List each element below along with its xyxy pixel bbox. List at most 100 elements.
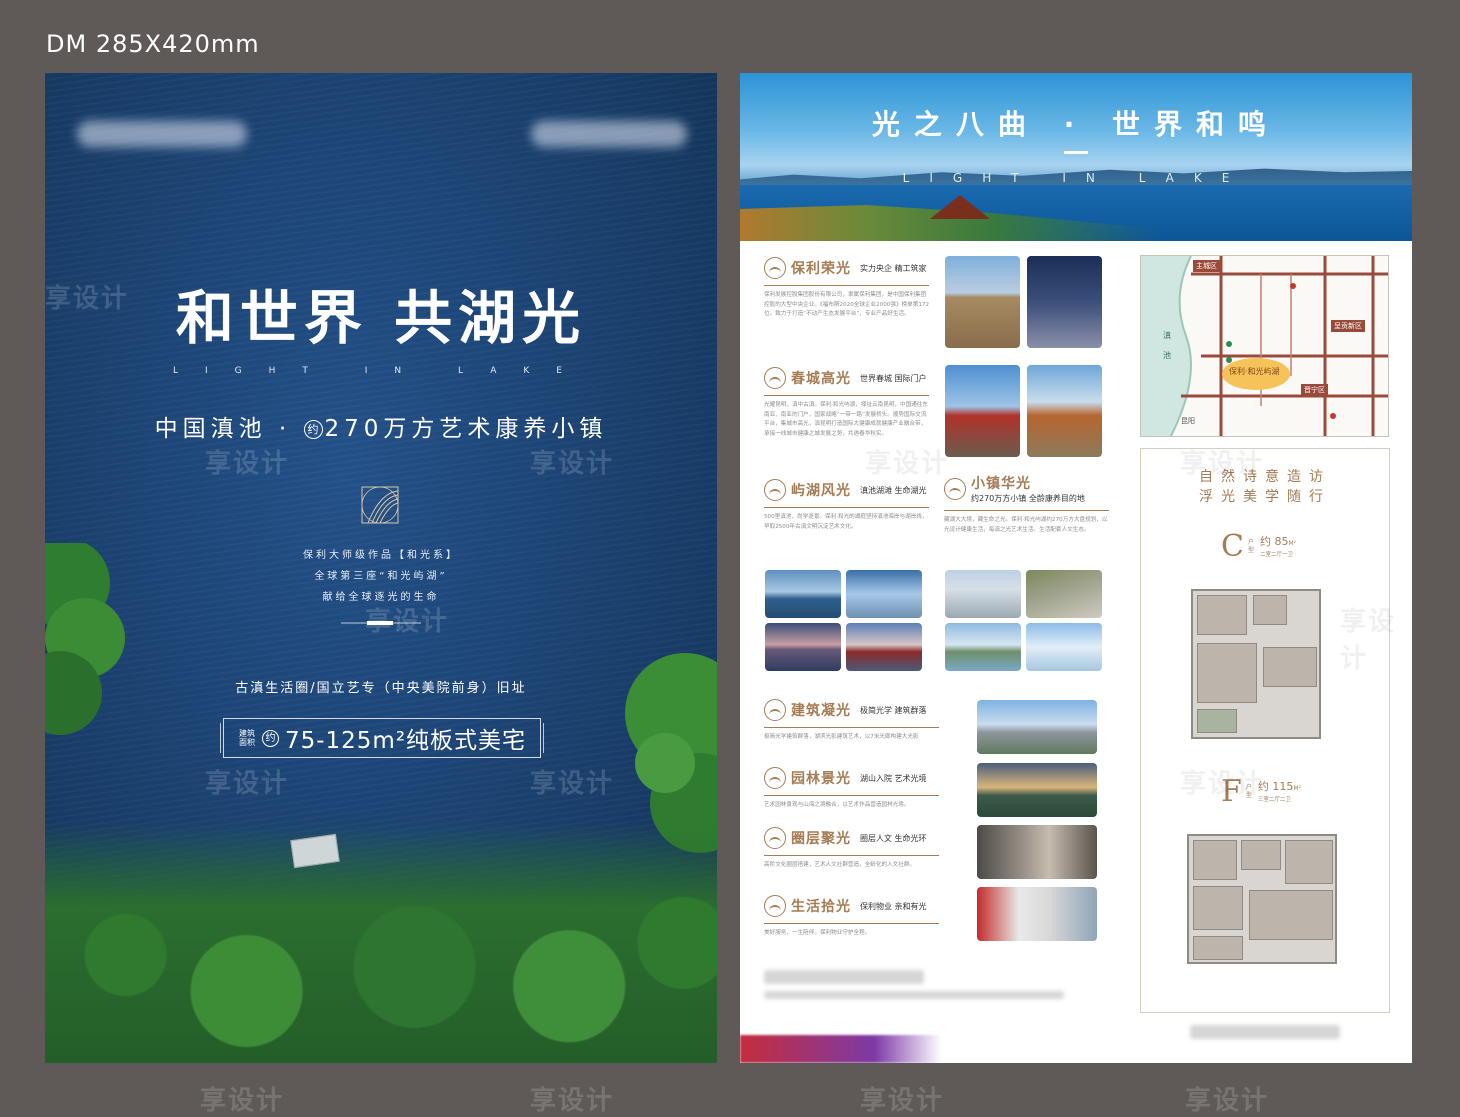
photo-gallery — [977, 825, 1097, 879]
map-label: 滇池 — [1163, 331, 1171, 360]
section-tag: 约270万方小镇 全龄康养目的地 — [971, 493, 1085, 504]
poster-headline: 和世界 共湖光 — [175, 284, 587, 352]
watermark: 享设计 — [365, 607, 450, 637]
section-rule — [764, 285, 929, 286]
watermark: 享设计 — [205, 449, 290, 479]
room — [1263, 647, 1317, 687]
section-title: 生活拾光 — [791, 899, 851, 915]
section-community: 圈层聚光 圈层人文 生命光环 高阶文化圈层搭建，艺术人文社群营造，全龄化的人文社… — [764, 827, 939, 871]
map-graphic — [1141, 256, 1388, 436]
banner-title: 光之八曲 · 世界和鸣 — [871, 108, 1281, 141]
photo-town-1 — [945, 570, 1021, 618]
lake-banner: 光之八曲 · 世界和鸣 LIGHT IN LAKE — [740, 73, 1412, 241]
watermark: 享设计 — [1340, 607, 1397, 674]
sun-icon — [764, 895, 786, 917]
sun-icon — [764, 367, 786, 389]
section-rule — [944, 510, 1109, 511]
section-landscape: 园林景光 湖山入院 艺术光境 艺术园林景观与山海之境融合，以艺术作品营造园林光境… — [764, 767, 939, 811]
map-label: 昆阳 — [1181, 417, 1195, 425]
section-text: 藏湖大大境，藏生命之光。保利·和光屿湖约270万方大盘规划，以光设计健康生活，每… — [944, 517, 1108, 533]
section-life-service: 生活拾光 保利物业 亲和有光 美好服务，一生陪伴。保利物业守护全程。 — [764, 895, 939, 939]
photo-garden — [977, 763, 1097, 817]
section-tag: 滇池湖滩 生命湖光 — [860, 485, 927, 495]
section-architecture: 建筑凝光 极简光学 建筑群落 极简光学建筑群落，湖滨光影建筑艺术，以7米光廊构建… — [764, 699, 939, 743]
photo-lake-3 — [765, 623, 841, 671]
section-text: 保利发展控股集团股份有限公司，隶属保利集团，是中国保利集团控股的大型中央企业。《… — [764, 292, 930, 317]
section-lake-scenery: 屿湖风光 滇池湖滩 生命湖光 500里滇池，尚学逐景。保利·和光的湖庭坚持滇池海… — [764, 479, 929, 532]
section-town-glory: 小镇华光 约270万方小镇 全龄康养目的地 藏湖大大境，藏生命之光。保利·和光屿… — [944, 473, 1109, 535]
area-value: 115 — [1272, 779, 1294, 793]
area-box: 建筑面积 约 75-125m²纯板式美宅 — [220, 718, 544, 758]
floorplan-slogan: 自然诗意造访 浮光美学随行 — [1141, 467, 1389, 507]
approx-badge: 约 — [303, 420, 323, 439]
section-tag: 实力央企 精工筑家 — [860, 263, 927, 273]
watermark: 享设计 — [205, 769, 290, 799]
section-tag: 极简光学 建筑群落 — [860, 705, 927, 715]
area-unit: M² — [1293, 784, 1301, 792]
location-map: 主城区 滇池 呈贡新区 晋宁区 昆阳 保利·和光屿湖 — [1140, 255, 1389, 437]
photo-airport — [945, 365, 1020, 457]
section-rule — [764, 795, 939, 796]
section-title: 小镇华光 — [971, 476, 1031, 492]
unit-letter: C — [1221, 529, 1244, 564]
section-tag: 圈层人文 生命光环 — [860, 833, 927, 843]
section-title: 屿湖风光 — [791, 483, 851, 499]
unit-area: 约 85M² — [1259, 534, 1297, 550]
room — [1197, 595, 1247, 635]
poster-subtitle-en: LIGHT IN LAKE — [173, 366, 589, 376]
section-text: 艺术园林景观与山海之境融合，以艺术作品营造园林光境。 — [764, 802, 910, 808]
floorplan-c — [1191, 589, 1321, 739]
sun-icon — [764, 827, 786, 849]
photo-property-staff — [977, 887, 1097, 941]
slogan-line: 自然诗意造访 — [1199, 469, 1331, 485]
map-label: 呈贡新区 — [1331, 320, 1365, 332]
section-spring-city: 春城高光 世界春城 国际门户 光耀昆明，滇中古滇。保利·和光屿湖，择址云南昆明，… — [764, 367, 929, 439]
photo-town-2 — [1026, 570, 1102, 618]
watermark: 享设计 — [1180, 449, 1265, 479]
unit-c-header: C 户型 约 85M² 二室二厅一卫 — [1221, 529, 1296, 564]
sun-icon — [764, 479, 786, 501]
room — [1193, 886, 1243, 930]
watermark: 享设计 — [865, 449, 950, 479]
subtitle-suffix: 270万方艺术康养小镇 — [324, 416, 608, 442]
photo-night-tower — [1027, 256, 1102, 348]
right-poster: 光之八曲 · 世界和鸣 LIGHT IN LAKE 保利荣光 实力央企 精工筑家… — [740, 73, 1412, 1063]
banner-dash — [1064, 151, 1088, 154]
floorplan-f — [1187, 834, 1337, 964]
watermark: 享设计 — [860, 1086, 945, 1116]
room — [1249, 890, 1333, 940]
dm-label: DM 285X420mm — [46, 30, 260, 58]
section-rule — [764, 395, 929, 396]
watermark: 享设计 — [530, 449, 615, 479]
room — [1253, 595, 1287, 625]
watermark: 享设计 — [45, 284, 130, 314]
watermark: 享设计 — [1180, 769, 1265, 799]
photo-town-4 — [1026, 623, 1102, 671]
section-title: 保利荣光 — [791, 261, 851, 277]
section-text: 美好服务，一生陪伴。保利物业守护全程。 — [764, 930, 871, 936]
area-prefix: 约 — [1259, 534, 1271, 548]
section-rule — [764, 855, 939, 856]
section-rule — [764, 923, 939, 924]
section-text: 高阶文化圈层搭建，艺术人文社群营造，全龄化的人文社群。 — [764, 862, 916, 868]
photo-architecture — [977, 700, 1097, 754]
sun-icon — [764, 257, 786, 279]
map-label: 主城区 — [1193, 260, 1220, 272]
section-poly-glory: 保利荣光 实力央企 精工筑家 保利发展控股集团股份有限公司，隶属保利集团，是中国… — [764, 257, 929, 320]
approx-badge: 约 — [261, 729, 279, 747]
sun-icon — [944, 477, 966, 500]
photo-lake-4 — [846, 623, 922, 671]
watermark: 享设计 — [200, 1086, 285, 1116]
area-unit: M² — [1288, 539, 1297, 547]
unit-area: 约 115M² — [1258, 779, 1301, 795]
left-poster: 和世界 共湖光 LIGHT IN LAKE 中国滇池 · 约 270万方艺术康养小… — [45, 73, 717, 1063]
banner-subtitle-en: LIGHT IN LAKE — [902, 171, 1250, 185]
subtitle-prefix: 中国滇池 · — [154, 416, 292, 442]
room — [1241, 840, 1281, 870]
map-label-project: 保利·和光屿湖 — [1229, 367, 1280, 376]
project-emblem-icon — [361, 486, 399, 524]
section-tag: 保利物业 亲和有光 — [860, 901, 927, 911]
heritage-line: 古滇生活圈/国立艺专（中央美院前身）旧址 — [235, 681, 527, 696]
section-rule — [764, 507, 929, 508]
photo-memorial-arch — [1027, 365, 1102, 457]
